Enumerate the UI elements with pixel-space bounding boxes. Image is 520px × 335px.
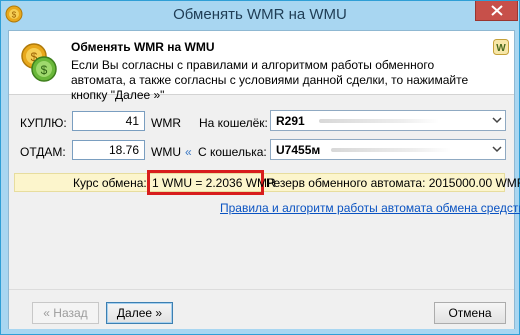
window-title: Обменять WMR на WMU <box>173 6 347 23</box>
chevron-down-icon <box>492 146 502 153</box>
svg-text:$: $ <box>41 63 48 77</box>
cancel-button[interactable]: Отмена <box>434 302 506 324</box>
webmoney-badge-icon: W <box>493 39 509 55</box>
title-bar[interactable]: $ Обменять WMR на WMU <box>1 1 519 30</box>
close-button[interactable] <box>475 1 518 21</box>
buy-label: КУПЛЮ: <box>20 116 67 130</box>
currency-exchange-icon: $ $ <box>21 43 57 82</box>
from-wallet-label: С кошелька: <box>198 145 267 159</box>
to-wallet-select[interactable]: R291 <box>270 110 506 131</box>
next-button[interactable]: Далее » <box>106 302 173 324</box>
give-amount-input[interactable]: 18.76 <box>72 140 145 160</box>
give-currency-label: WMU <box>151 145 181 159</box>
reserve-text: Резерв обменного автомата: 2015000.00 WM… <box>266 176 520 190</box>
header-description: Если Вы согласны с правилами и алгоритмо… <box>71 58 469 102</box>
close-icon <box>491 5 503 16</box>
to-wallet-blurred-digits <box>319 119 439 123</box>
buy-amount-input[interactable]: 41 <box>72 111 145 131</box>
button-footer: « Назад Далее » Отмена <box>9 289 514 329</box>
from-wallet-value: U7455м <box>276 143 321 157</box>
to-wallet-value: R291 <box>276 114 305 128</box>
rate-prefix: Курс обмена: <box>73 176 147 190</box>
exchange-dialog-window: $ Обменять WMR на WMU $ $ Обменять WMR н… <box>0 0 520 335</box>
exchange-rate-bar: Курс обмена: 1 WMU = 2.2036 WMR Резерв о… <box>14 170 520 195</box>
swap-arrow-icon[interactable]: « <box>185 145 192 159</box>
buy-currency-label: WMR <box>151 116 181 130</box>
header-panel: $ $ Обменять WMR на WMU Если Вы согласны… <box>9 31 514 102</box>
from-wallet-select[interactable]: U7455м <box>270 139 506 160</box>
header-title: Обменять WMR на WMU <box>71 40 215 54</box>
back-button[interactable]: « Назад <box>32 302 99 324</box>
dialog-body: $ $ Обменять WMR на WMU Если Вы согласны… <box>8 30 520 329</box>
give-label: ОТДАМ: <box>20 145 66 159</box>
rules-link[interactable]: Правила и алгоритм работы автомата обмен… <box>220 201 520 215</box>
svg-text:W: W <box>496 43 506 54</box>
to-wallet-label: На кошелёк: <box>199 116 268 130</box>
rate-value-highlight: 1 WMU = 2.2036 WMR <box>147 170 276 195</box>
chevron-down-icon <box>492 117 502 124</box>
from-wallet-blurred-digits <box>331 148 451 152</box>
